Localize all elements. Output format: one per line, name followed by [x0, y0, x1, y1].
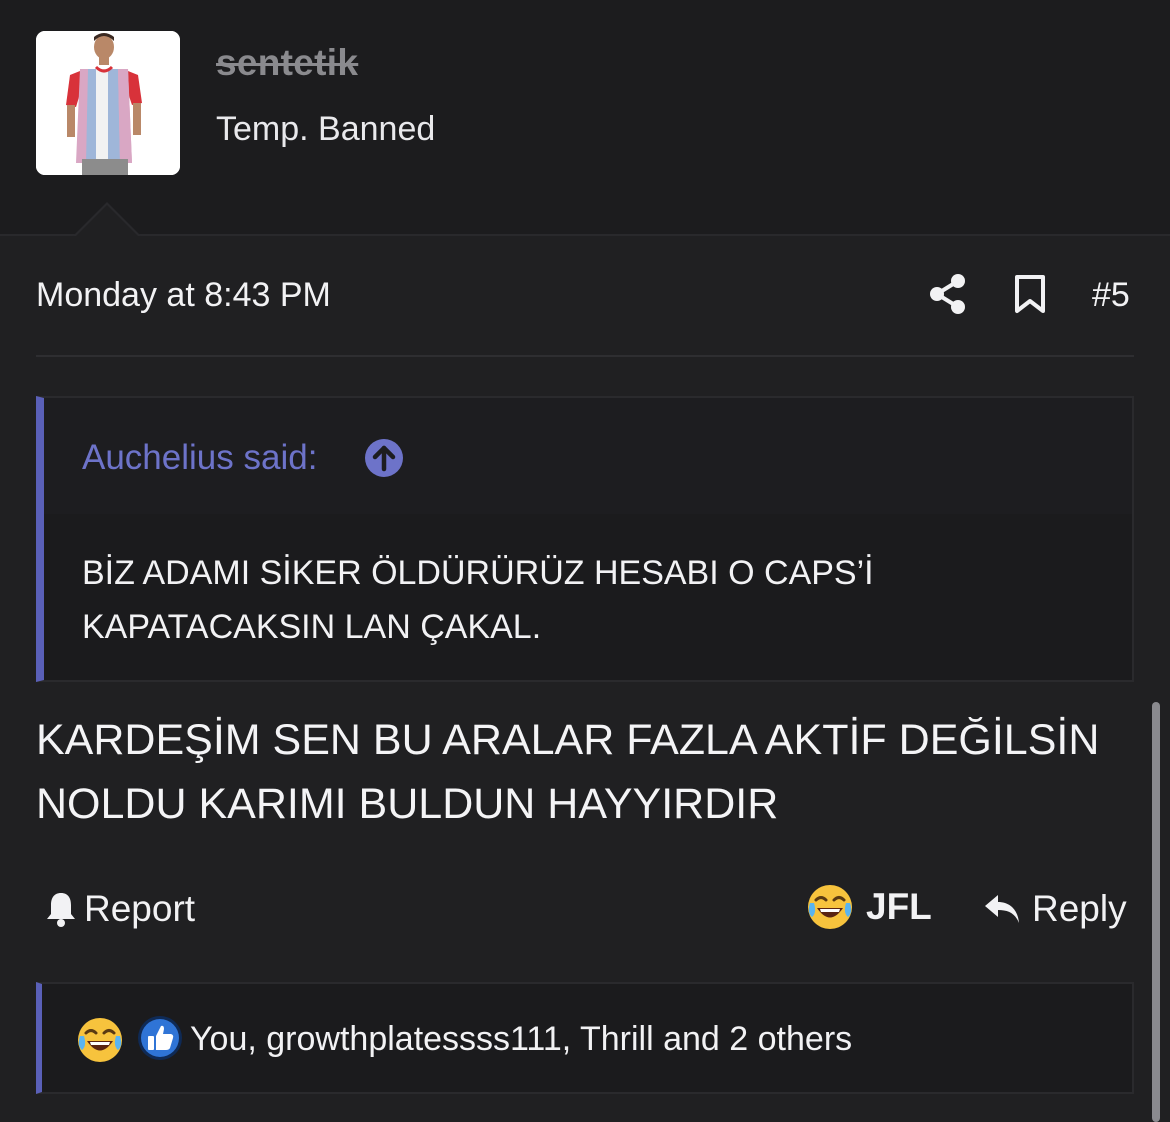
report-button[interactable]: Report — [44, 884, 195, 934]
share-icon — [930, 274, 965, 314]
bell-icon — [47, 893, 75, 927]
thumbs-up-icon — [138, 1016, 182, 1060]
bookmark-button[interactable] — [1010, 272, 1050, 316]
arrow-up-circle-icon — [365, 439, 403, 477]
reply-button[interactable]: Reply — [982, 884, 1127, 934]
avatar-image — [36, 31, 180, 175]
divider — [36, 355, 1134, 357]
reply-icon — [985, 895, 1019, 923]
laughing-crying-emoji — [808, 885, 852, 929]
share-button[interactable] — [928, 272, 968, 316]
post-date[interactable]: Monday at 8:43 PM — [36, 276, 331, 315]
bookmark-icon — [1015, 275, 1045, 313]
user-avatar[interactable] — [36, 31, 180, 175]
reactions-summary[interactable]: You, growthplatessss111, Thrill and 2 ot… — [190, 1020, 852, 1059]
react-button[interactable]: JFL — [806, 880, 932, 934]
quote-author-link[interactable]: Auchelius said: — [82, 438, 317, 478]
report-label: Report — [84, 888, 196, 929]
scrollbar[interactable] — [1152, 702, 1160, 1122]
quote-jump-button[interactable] — [364, 438, 404, 478]
quote-block: Auchelius said: BİZ ADAMI SİKER ÖLDÜRÜRÜ… — [36, 396, 1134, 682]
quote-text: BİZ ADAMI SİKER ÖLDÜRÜRÜZ HESABI O CAPS’… — [82, 554, 874, 646]
react-label: JFL — [866, 886, 932, 927]
laughing-crying-emoji — [78, 1018, 122, 1062]
user-title: Temp. Banned — [216, 110, 436, 148]
message-body: KARDEŞİM SEN BU ARALAR FAZLA AKTİF DEĞİL… — [36, 716, 1100, 828]
username[interactable]: sentetik — [216, 42, 358, 84]
user-header: sentetik Temp. Banned — [0, 0, 1170, 236]
reply-label: Reply — [1032, 888, 1127, 929]
post-number[interactable]: #5 — [1092, 276, 1130, 315]
reactions-bar[interactable]: You, growthplatessss111, Thrill and 2 ot… — [36, 982, 1134, 1094]
header-pointer-fill — [75, 205, 139, 237]
